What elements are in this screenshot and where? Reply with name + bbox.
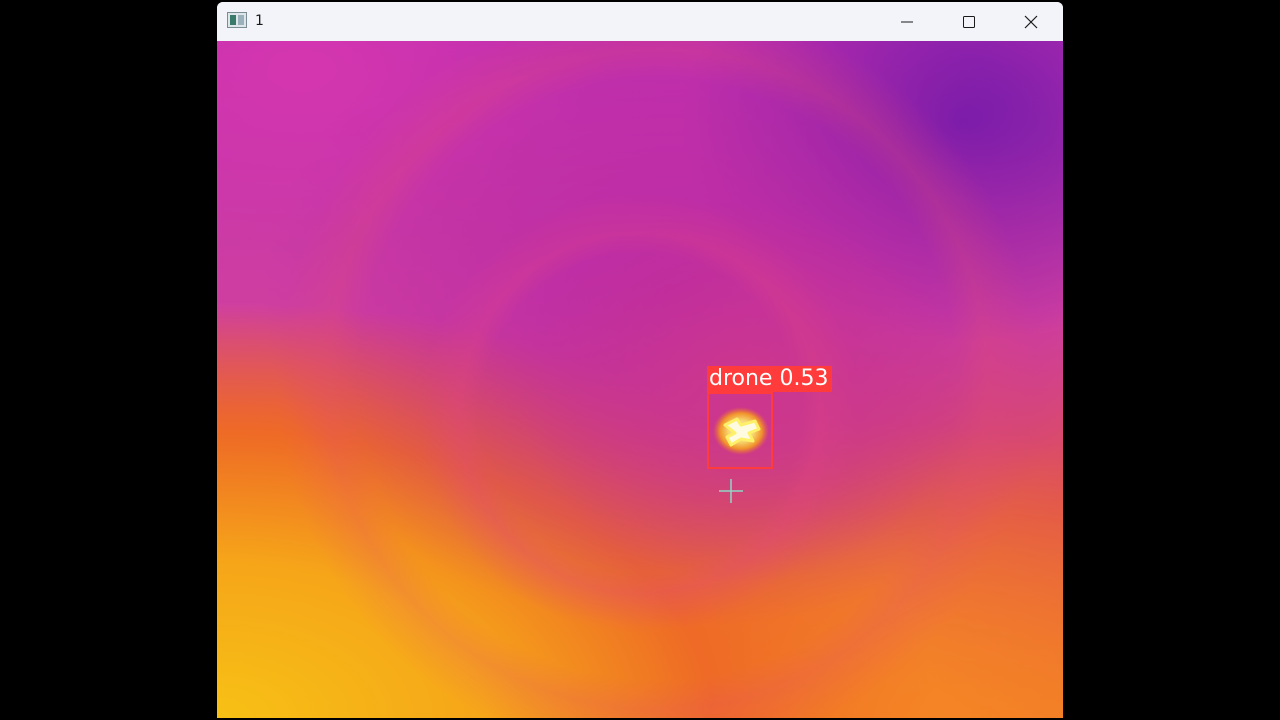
crosshair-icon bbox=[719, 479, 743, 503]
minimize-button[interactable] bbox=[876, 2, 938, 41]
thermal-view[interactable]: drone 0.53 bbox=[217, 41, 1063, 718]
detection-box bbox=[707, 392, 773, 469]
thermal-texture bbox=[217, 41, 1063, 718]
close-button[interactable] bbox=[1000, 2, 1062, 41]
close-icon bbox=[1024, 15, 1038, 28]
maximize-button[interactable] bbox=[938, 2, 1000, 41]
detection-label: drone 0.53 bbox=[707, 366, 833, 392]
app-window: 1 drone 0.53 bbox=[217, 2, 1063, 718]
minimize-icon bbox=[901, 21, 913, 22]
maximize-icon bbox=[963, 15, 975, 28]
title-bar[interactable]: 1 bbox=[217, 2, 1063, 41]
app-icon bbox=[227, 12, 247, 28]
window-title: 1 bbox=[255, 13, 264, 29]
